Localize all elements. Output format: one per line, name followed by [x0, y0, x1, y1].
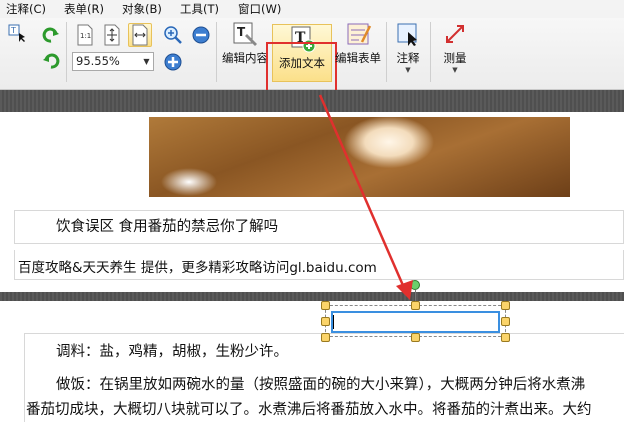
red-arrow-icon	[318, 94, 413, 300]
